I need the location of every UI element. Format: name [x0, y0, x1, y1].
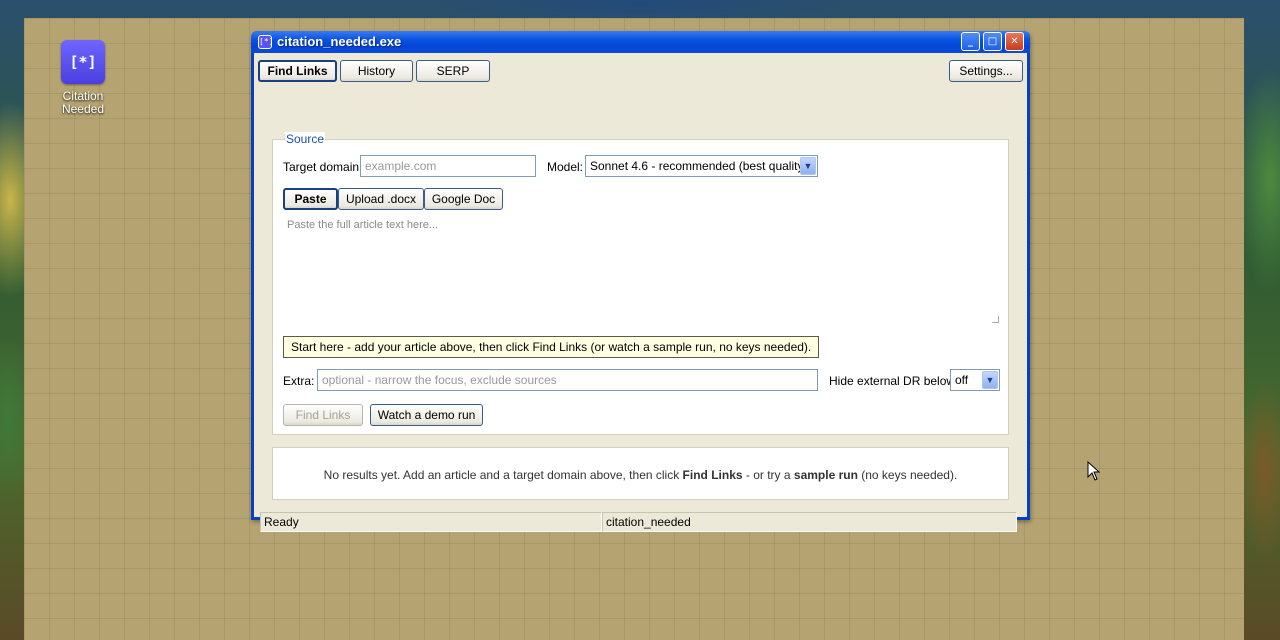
- mouse-cursor-icon: [1087, 461, 1101, 481]
- empty-results-message: No results yet. Add an article and a tar…: [273, 468, 1008, 482]
- target-domain-input[interactable]: example.com: [360, 155, 536, 177]
- find-links-button[interactable]: Find Links: [283, 404, 363, 426]
- model-label: Model:: [547, 160, 584, 174]
- model-select-value: Sonnet 4.6 - recommended (best quality): [590, 159, 808, 173]
- app-title-icon: [*]: [258, 35, 273, 49]
- start-here-hint: Start here - add your article above, the…: [283, 336, 820, 358]
- settings-button[interactable]: Settings...: [949, 60, 1023, 82]
- window-title: citation_needed.exe: [277, 34, 402, 49]
- hide-dr-value: off: [955, 373, 969, 387]
- target-domain-label: Target domain:: [283, 160, 363, 174]
- minimize-button[interactable]: _: [961, 32, 980, 51]
- status-bar: Ready citation_needed: [260, 512, 1021, 532]
- results-text-1: No results yet. Add an article and a tar…: [323, 468, 683, 482]
- app-window: [*] citation_needed.exe _ □ ✕ Find Links…: [251, 31, 1030, 532]
- extra-input[interactable]: optional - narrow the focus, exclude sou…: [317, 369, 818, 391]
- extra-label: Extra:: [283, 374, 315, 388]
- paste-mode-button[interactable]: Paste: [283, 188, 338, 210]
- google-doc-button[interactable]: Google Doc: [424, 188, 503, 210]
- results-panel: No results yet. Add an article and a tar…: [272, 447, 1009, 500]
- tab-history[interactable]: History: [340, 60, 413, 82]
- tab-serp[interactable]: SERP: [416, 60, 490, 82]
- desktop-icon-label-line2: Needed: [61, 102, 105, 116]
- status-right: citation_needed: [602, 512, 1017, 532]
- results-text-2: - or try a: [742, 468, 794, 482]
- status-left: Ready: [260, 512, 602, 532]
- tab-find-links[interactable]: Find Links: [258, 60, 337, 82]
- chevron-down-icon[interactable]: ▼: [800, 157, 816, 175]
- hide-dr-label: Hide external DR below:: [829, 374, 959, 388]
- citation-needed-app-icon: [*]: [61, 40, 105, 84]
- source-panel: Source Target domain: example.com Model:…: [272, 132, 1009, 435]
- desktop-icon-label: Citation Needed: [56, 90, 110, 116]
- watch-demo-button[interactable]: Watch a demo run: [370, 404, 483, 426]
- source-legend: Source: [285, 132, 326, 146]
- title-bar[interactable]: [*] citation_needed.exe _ □ ✕: [251, 31, 1030, 53]
- chevron-down-icon[interactable]: ▼: [982, 371, 998, 389]
- desktop-icon-citation-needed[interactable]: [*] Citation Needed: [56, 40, 110, 116]
- close-button[interactable]: ✕: [1005, 32, 1024, 51]
- window-client-area: Find Links History SERP Settings... Sour…: [254, 53, 1027, 532]
- hide-dr-select[interactable]: off ▼: [950, 369, 1000, 391]
- results-text-3: (no keys needed).: [857, 468, 958, 482]
- model-select[interactable]: Sonnet 4.6 - recommended (best quality) …: [585, 155, 818, 177]
- results-sample-run-emphasis: sample run: [793, 468, 858, 482]
- article-textarea[interactable]: Paste the full article text here...: [283, 215, 1001, 327]
- resize-grip-icon[interactable]: [992, 316, 999, 323]
- results-find-links-emphasis: Find Links: [682, 468, 743, 482]
- upload-docx-button[interactable]: Upload .docx: [338, 188, 424, 210]
- maximize-button[interactable]: □: [983, 32, 1002, 51]
